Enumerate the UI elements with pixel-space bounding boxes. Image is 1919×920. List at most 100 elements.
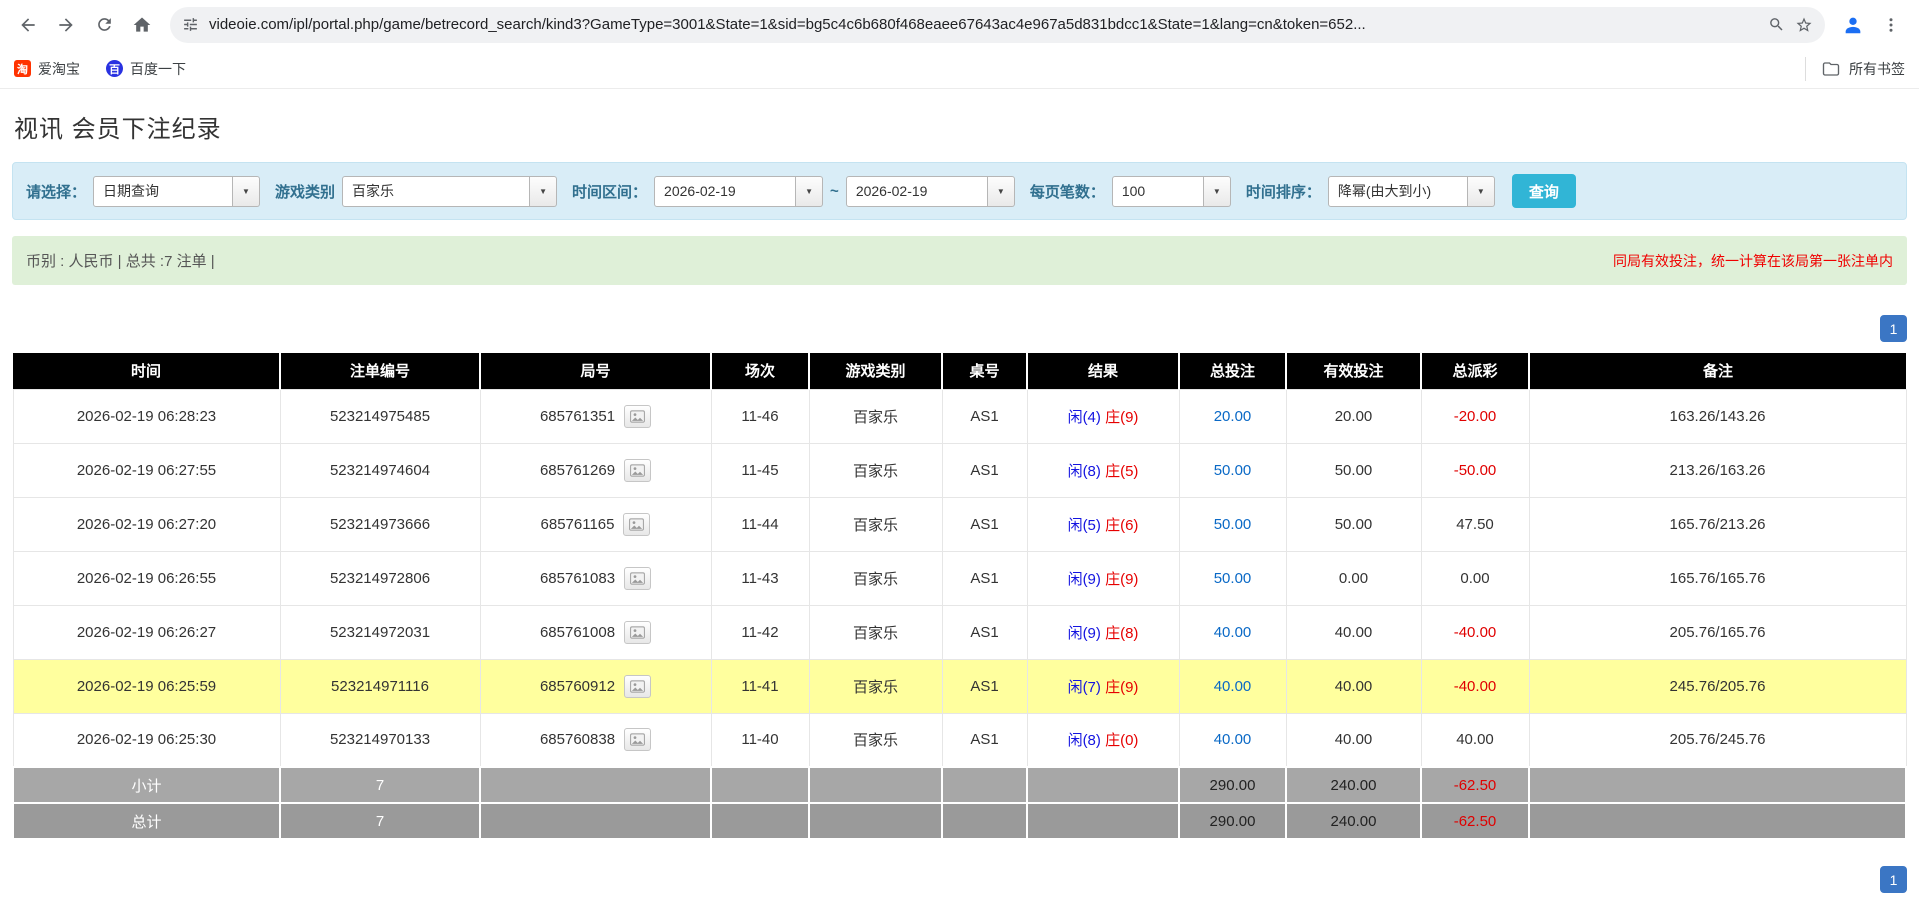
result-banker: 庄(8) xyxy=(1105,625,1138,642)
video-replay-icon[interactable] xyxy=(624,567,651,590)
pagination-bottom: 1 xyxy=(12,866,1907,893)
cell-game-type: 百家乐 xyxy=(809,389,942,443)
home-button[interactable] xyxy=(124,7,160,43)
result-player: 闲(9) xyxy=(1068,571,1101,588)
cell-round-id: 685761269 xyxy=(480,443,711,497)
cell-table-no: AS1 xyxy=(942,605,1027,659)
sort-dropdown-icon[interactable]: ▼ xyxy=(1468,176,1495,207)
query-button[interactable]: 查询 xyxy=(1512,174,1576,208)
cell-total-bet[interactable]: 20.00 xyxy=(1179,389,1286,443)
profile-icon xyxy=(1842,14,1864,36)
video-replay-icon[interactable] xyxy=(624,405,651,428)
page-size-label: 每页笔数： xyxy=(1030,181,1105,202)
page-1-button[interactable]: 1 xyxy=(1880,866,1907,893)
round-id-text: 685761269 xyxy=(540,462,615,479)
forward-button[interactable] xyxy=(48,7,84,43)
aitaobao-favicon: 淘 xyxy=(14,60,31,77)
total-payout: -62.50 xyxy=(1421,803,1529,839)
select-type-input[interactable] xyxy=(93,176,233,207)
cell-result: 闲(7) 庄(9) xyxy=(1027,659,1179,713)
cell-valid-bet: 0.00 xyxy=(1286,551,1421,605)
result-player: 闲(8) xyxy=(1068,732,1101,749)
cell-table-no: AS1 xyxy=(942,443,1027,497)
table-row: 2026-02-19 06:28:23 523214975485 6857613… xyxy=(13,389,1906,443)
table-footer: 小计 7 290.00 240.00 -62.50 总计 7 290.00 24… xyxy=(13,767,1906,839)
cell-total-bet[interactable]: 40.00 xyxy=(1179,605,1286,659)
cell-time: 2026-02-19 06:28:23 xyxy=(13,389,280,443)
folder-icon xyxy=(1822,60,1840,78)
cell-round-id: 685761165 xyxy=(480,497,711,551)
cell-session: 11-40 xyxy=(711,713,809,767)
round-id-text: 685760838 xyxy=(540,731,615,748)
sort-combo: ▼ xyxy=(1328,176,1495,207)
date-to-input[interactable] xyxy=(846,176,988,207)
all-bookmarks[interactable]: 所有书签 xyxy=(1805,57,1905,81)
video-replay-icon[interactable] xyxy=(624,675,651,698)
page-size-dropdown-icon[interactable]: ▼ xyxy=(1204,176,1231,207)
cell-bet-id: 523214971116 xyxy=(280,659,480,713)
address-bar[interactable]: videoie.com/ipl/portal.php/game/betrecor… xyxy=(170,7,1825,43)
cell-result: 闲(9) 庄(8) xyxy=(1027,605,1179,659)
cell-session: 11-42 xyxy=(711,605,809,659)
cell-total-bet[interactable]: 50.00 xyxy=(1179,443,1286,497)
subtotal-count: 7 xyxy=(280,767,480,803)
result-banker: 庄(9) xyxy=(1105,409,1138,426)
video-replay-icon[interactable] xyxy=(624,621,651,644)
sort-input[interactable] xyxy=(1328,176,1468,207)
header-round-id: 局号 xyxy=(480,353,711,389)
cell-table-no: AS1 xyxy=(942,497,1027,551)
cell-time: 2026-02-19 06:26:55 xyxy=(13,551,280,605)
header-game-type: 游戏类别 xyxy=(809,353,942,389)
cell-round-id: 685761351 xyxy=(480,389,711,443)
date-from-dropdown-icon[interactable]: ▼ xyxy=(796,176,823,207)
bookmark-star-icon[interactable] xyxy=(1795,16,1813,34)
site-info-icon[interactable] xyxy=(182,16,199,33)
cell-valid-bet: 50.00 xyxy=(1286,497,1421,551)
bet-records-table: 时间 注单编号 局号 场次 游戏类别 桌号 结果 总投注 有效投注 总派彩 备注… xyxy=(12,353,1907,840)
cell-total-bet[interactable]: 50.00 xyxy=(1179,551,1286,605)
cell-total-bet[interactable]: 40.00 xyxy=(1179,713,1286,767)
date-to-combo: ▼ xyxy=(846,176,1015,207)
date-from-input[interactable] xyxy=(654,176,796,207)
game-type-dropdown-icon[interactable]: ▼ xyxy=(530,176,557,207)
back-button[interactable] xyxy=(10,7,46,43)
video-replay-icon[interactable] xyxy=(623,513,650,536)
video-replay-icon[interactable] xyxy=(624,459,651,482)
cell-table-no: AS1 xyxy=(942,389,1027,443)
summary-bar: 币别 : 人民币 | 总共 :7 注单 | 同局有效投注，统一计算在该局第一张注… xyxy=(12,236,1907,285)
forward-icon xyxy=(56,15,76,35)
page-1-button[interactable]: 1 xyxy=(1880,315,1907,342)
bookmarks-bar: 淘 爱淘宝 百 百度一下 所有书签 xyxy=(0,49,1919,89)
cell-total-bet[interactable]: 50.00 xyxy=(1179,497,1286,551)
cell-payout: 47.50 xyxy=(1421,497,1529,551)
video-replay-icon[interactable] xyxy=(624,728,651,751)
cell-total-bet[interactable]: 40.00 xyxy=(1179,659,1286,713)
zoom-icon[interactable] xyxy=(1768,16,1785,33)
game-type-input[interactable] xyxy=(342,176,530,207)
bookmark-baidu[interactable]: 百 百度一下 xyxy=(106,59,186,79)
cell-game-type: 百家乐 xyxy=(809,713,942,767)
select-type-label: 请选择： xyxy=(26,181,86,202)
cell-remark: 213.26/163.26 xyxy=(1529,443,1906,497)
cell-remark: 245.76/205.76 xyxy=(1529,659,1906,713)
date-from-combo: ▼ xyxy=(654,176,823,207)
cell-valid-bet: 50.00 xyxy=(1286,443,1421,497)
url-text: videoie.com/ipl/portal.php/game/betrecor… xyxy=(209,16,1758,33)
table-header: 时间 注单编号 局号 场次 游戏类别 桌号 结果 总投注 有效投注 总派彩 备注 xyxy=(13,353,1906,389)
refresh-button[interactable] xyxy=(86,7,122,43)
cell-bet-id: 523214973666 xyxy=(280,497,480,551)
cell-time: 2026-02-19 06:25:59 xyxy=(13,659,280,713)
profile-avatar[interactable] xyxy=(1835,7,1871,43)
select-type-dropdown-icon[interactable]: ▼ xyxy=(233,176,260,207)
browser-menu-icon[interactable] xyxy=(1873,7,1909,43)
cell-payout: -50.00 xyxy=(1421,443,1529,497)
date-to-dropdown-icon[interactable]: ▼ xyxy=(988,176,1015,207)
page-title: 视讯 会员下注纪录 xyxy=(14,109,1907,144)
table-row: 2026-02-19 06:25:59 523214971116 6857609… xyxy=(13,659,1906,713)
subtotal-payout: -62.50 xyxy=(1421,767,1529,803)
cell-game-type: 百家乐 xyxy=(809,659,942,713)
bookmark-aitaobao[interactable]: 淘 爱淘宝 xyxy=(14,59,80,79)
game-type-label: 游戏类别 xyxy=(275,181,335,202)
result-banker: 庄(9) xyxy=(1105,571,1138,588)
page-size-input[interactable] xyxy=(1112,176,1204,207)
